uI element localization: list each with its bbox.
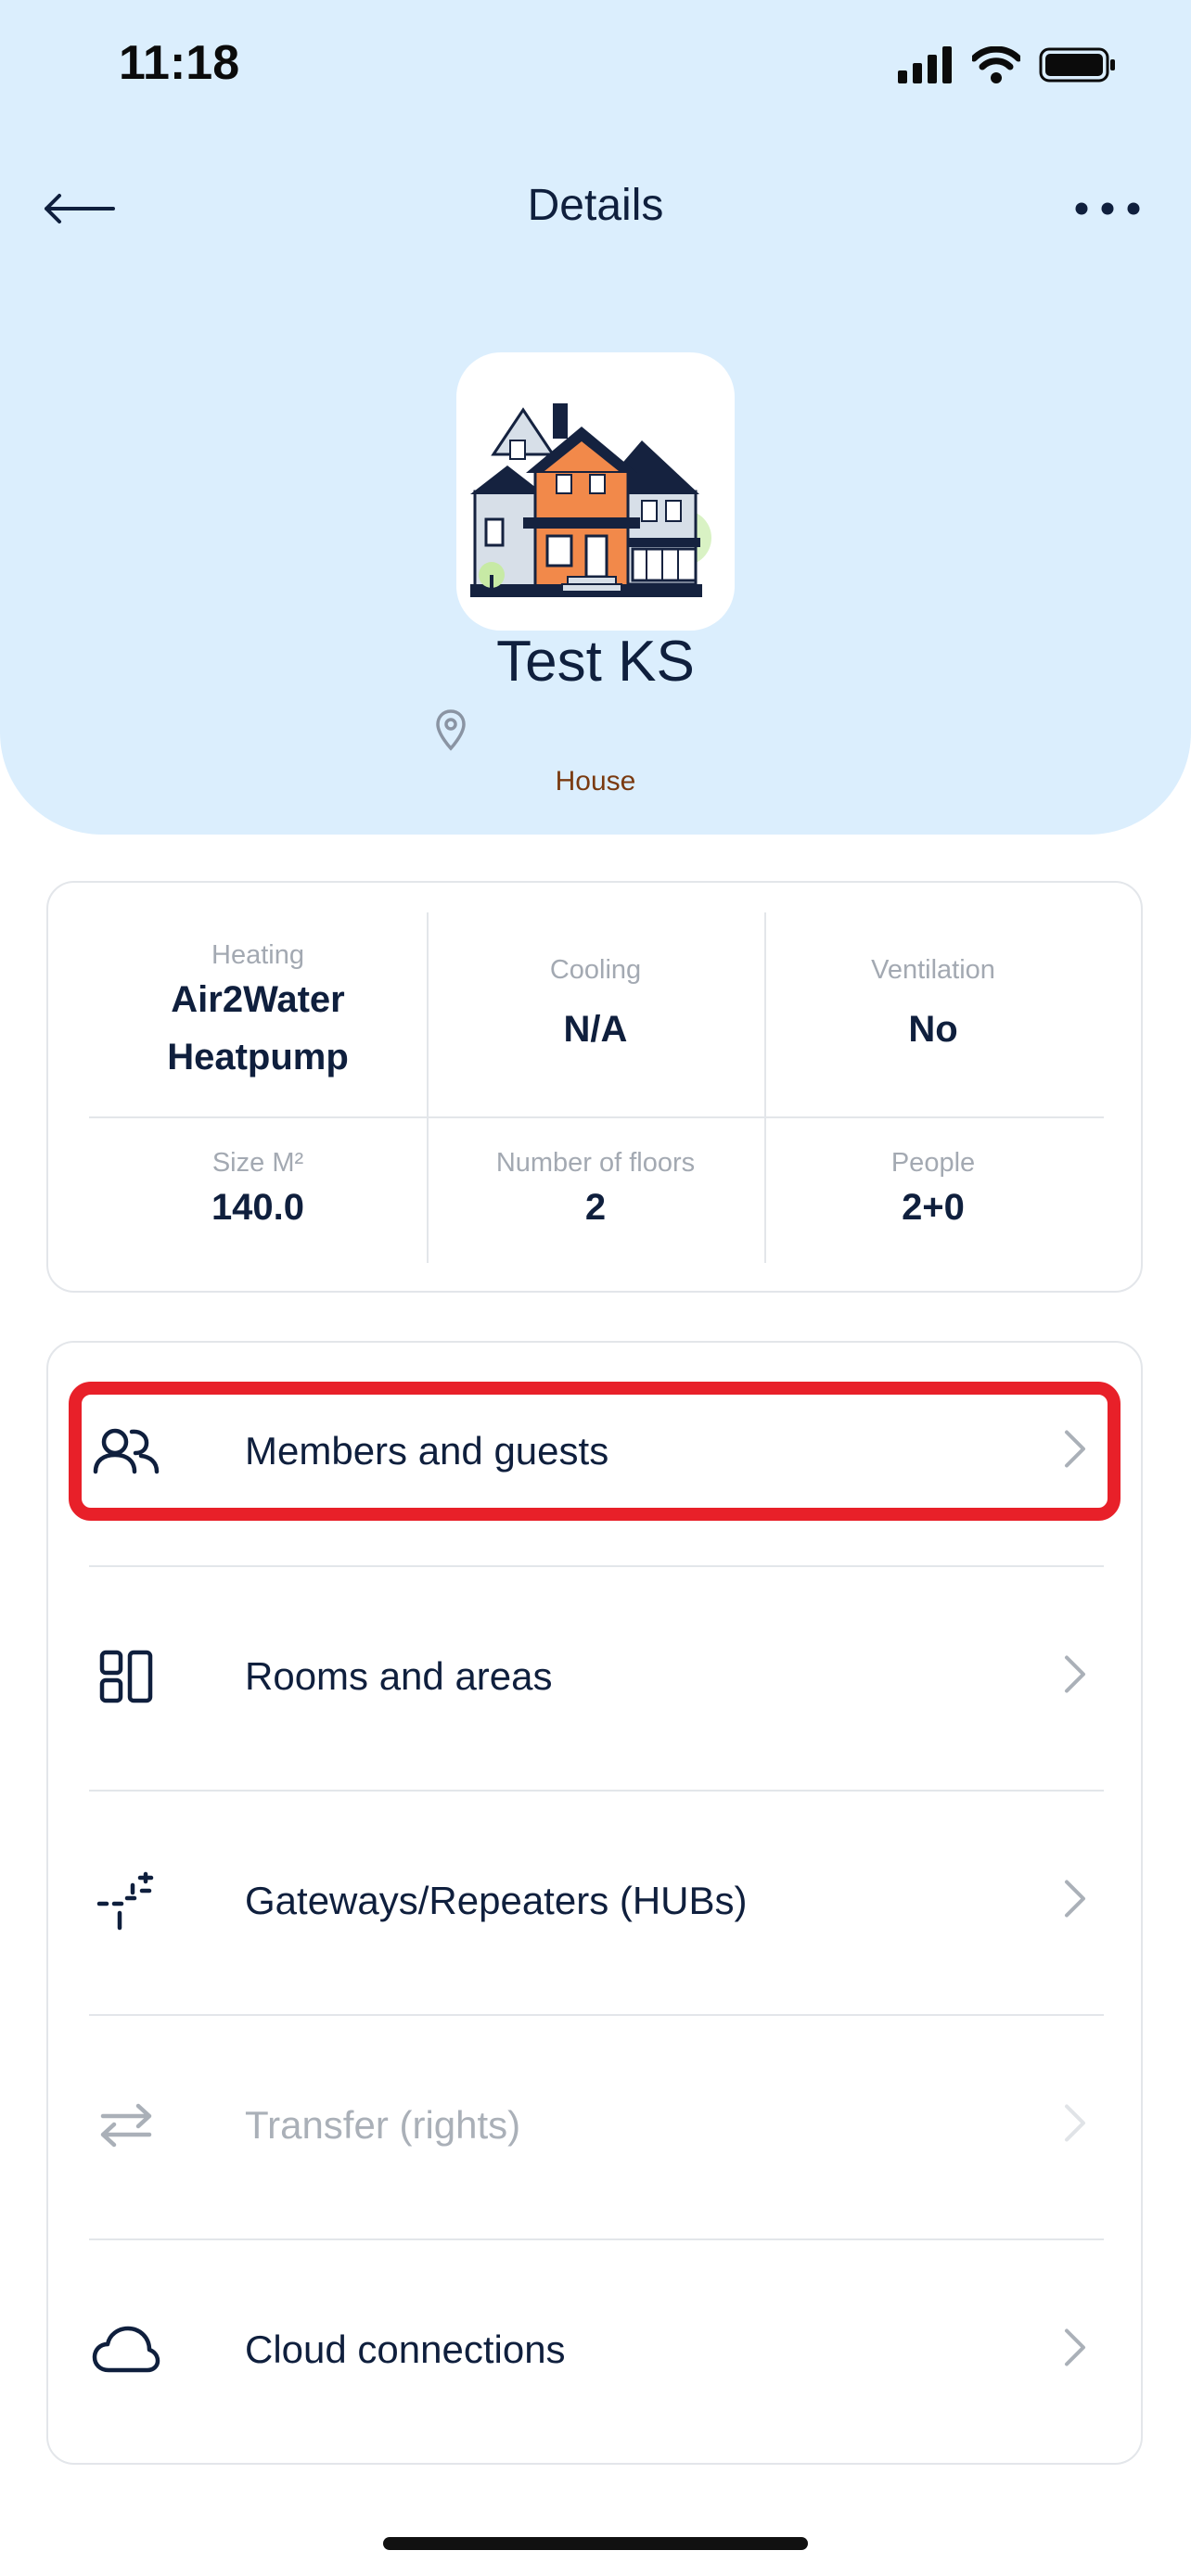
menu-item-label: Cloud connections <box>245 2327 566 2371</box>
more-dots-icon <box>1075 202 1140 215</box>
divider <box>89 2238 1104 2240</box>
heating-cell: Heating Air2Water Heatpump <box>89 940 427 1086</box>
heating-label: Heating <box>211 940 304 970</box>
status-icons <box>898 46 1117 83</box>
status-time: 11:18 <box>119 36 240 90</box>
members-icon <box>89 1414 163 1488</box>
divider <box>89 1790 1104 1792</box>
chevron-right-icon <box>1063 1429 1087 1474</box>
chevron-right-icon <box>1063 2327 1087 2373</box>
battery-icon <box>1039 47 1115 83</box>
menu-item-label: Gateways/Repeaters (HUBs) <box>245 1879 748 1922</box>
menu-item-label: Members and guests <box>245 1429 609 1473</box>
cooling-cell: Cooling N/A <box>427 955 764 1058</box>
cooling-label: Cooling <box>549 955 642 985</box>
ventilation-label: Ventilation <box>871 955 995 985</box>
cloud-icon <box>89 2313 163 2387</box>
menu-item-transfer[interactable]: Transfer (rights) <box>48 2051 1141 2200</box>
heating-value-line1: Air2Water <box>171 979 345 1020</box>
menu-item-rooms[interactable]: Rooms and areas <box>48 1602 1141 1751</box>
more-options-button[interactable] <box>1061 176 1154 241</box>
signal-icon <box>898 46 952 83</box>
wifi-icon <box>972 46 1020 83</box>
chevron-right-icon <box>1063 1879 1087 1924</box>
nav-bar: Details <box>0 167 1191 250</box>
page-title: Details <box>527 181 664 230</box>
location-pin-icon <box>434 708 467 756</box>
menu-item-members[interactable]: Members and guests <box>48 1377 1141 1525</box>
ventilation-value: No <box>908 1009 958 1050</box>
divider <box>89 2014 1104 2016</box>
people-value: 2+0 <box>902 1187 965 1228</box>
home-name: Test KS <box>496 630 695 694</box>
menu-item-cloud[interactable]: Cloud connections <box>48 2276 1141 2424</box>
chevron-right-icon <box>1063 2103 1087 2149</box>
status-bar: 11:18 <box>0 0 1191 139</box>
divider <box>89 1116 1104 1118</box>
heating-value-line2: Heatpump <box>167 1037 349 1078</box>
cooling-value: N/A <box>563 1009 628 1050</box>
floors-cell: Number of floors 2 <box>427 1148 764 1236</box>
menu-item-label: Transfer (rights) <box>245 2103 521 2147</box>
home-indicator[interactable] <box>383 2537 808 2550</box>
floors-value: 2 <box>584 1187 607 1228</box>
size-value: 140.0 <box>211 1187 305 1228</box>
house-image-card[interactable] <box>456 352 735 631</box>
home-info-card: Heating Air2Water Heatpump Cooling N/A V… <box>46 881 1143 1293</box>
floors-label: Number of floors <box>495 1148 696 1178</box>
rooms-icon <box>89 1639 163 1714</box>
menu-item-gateways[interactable]: Gateways/Repeaters (HUBs) <box>48 1827 1141 1975</box>
chevron-right-icon <box>1063 1654 1087 1700</box>
divider <box>89 1565 1104 1567</box>
menu-card: Members and guests Rooms and areas Gatew… <box>46 1341 1143 2465</box>
gateway-icon <box>89 1864 163 1938</box>
people-label: People <box>890 1148 976 1178</box>
house-illustration <box>470 403 711 597</box>
home-type-label: House <box>555 766 636 797</box>
menu-item-label: Rooms and areas <box>245 1654 553 1698</box>
ventilation-cell: Ventilation No <box>764 955 1102 1058</box>
size-label: Size M² <box>211 1148 304 1178</box>
people-cell: People 2+0 <box>764 1148 1102 1236</box>
transfer-icon <box>89 2088 163 2162</box>
size-cell: Size M² 140.0 <box>89 1148 427 1236</box>
